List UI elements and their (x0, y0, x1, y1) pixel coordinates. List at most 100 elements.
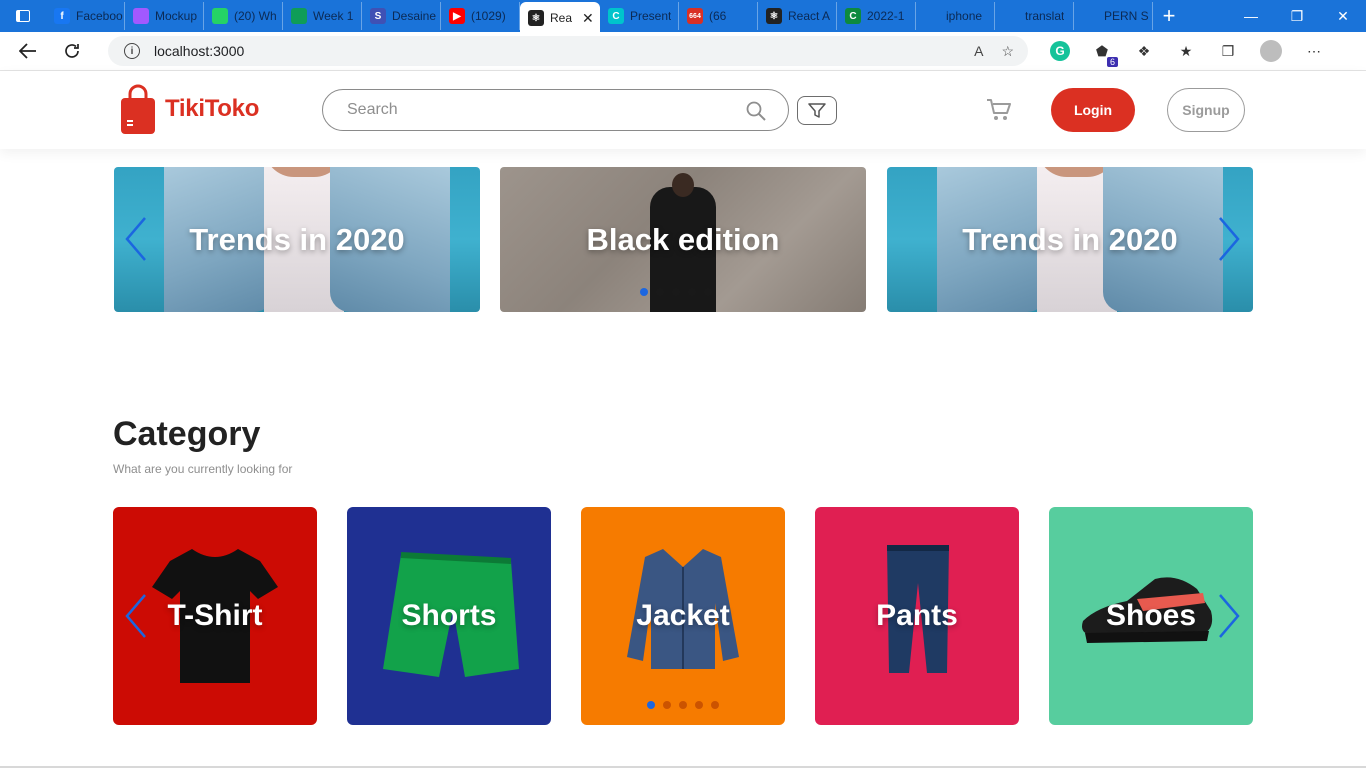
s-icon: S (370, 8, 386, 24)
category-label: Shoes (1105, 599, 1197, 632)
browser-tab[interactable]: translat (995, 2, 1074, 30)
tab-actions-icon[interactable] (0, 0, 46, 32)
more-menu-icon[interactable]: ⋯ (1304, 41, 1324, 61)
pagination-dot[interactable] (704, 288, 712, 296)
pagination-dot[interactable] (647, 701, 655, 709)
browser-tab[interactable]: Week 1 (283, 2, 362, 30)
category-card-pants[interactable]: Pants (815, 507, 1019, 725)
category-prev-arrow-icon[interactable] (124, 593, 148, 639)
profile-avatar[interactable] (1260, 40, 1282, 62)
close-window-icon[interactable]: ✕ (1320, 0, 1366, 32)
search-input[interactable] (347, 101, 727, 119)
cart-icon[interactable] (986, 98, 1012, 122)
hero-pagination (640, 288, 712, 296)
site-header: TikiToko Login Signup (0, 71, 1366, 149)
tab-title: 2022-1 (867, 9, 905, 23)
pagination-dot[interactable] (688, 288, 696, 296)
search-icon[interactable] (746, 101, 766, 121)
browser-tab[interactable]: 664 (66 (679, 2, 758, 30)
browser-tab-bar: f Faceboo Mockup (20) Wh Week 1 S Desaine ▶ (102… (0, 0, 1366, 34)
browser-tab[interactable]: f Faceboo (46, 2, 125, 30)
brand-logo[interactable]: TikiToko (119, 84, 259, 134)
react-icon: ⚛ (528, 10, 544, 26)
restore-icon[interactable]: ❐ (1274, 0, 1320, 32)
tab-title: Rea (550, 11, 573, 25)
browser-tab[interactable]: S Desaine (362, 2, 441, 30)
brand-name: TikiToko (165, 95, 260, 122)
react-icon: ⚛ (766, 8, 782, 24)
url-text: localhost:3000 (154, 43, 245, 59)
collections-icon[interactable]: ❐ (1218, 41, 1238, 61)
search-bar (322, 89, 789, 131)
browser-tab[interactable]: ▶ (1029) (441, 2, 520, 30)
pagination-dot[interactable] (679, 701, 687, 709)
favorites-icon[interactable]: ★ (1176, 41, 1196, 61)
login-button[interactable]: Login (1051, 88, 1135, 132)
window-controls: — ❐ ✕ (1228, 0, 1366, 32)
pagination-dot[interactable] (672, 288, 680, 296)
filter-icon (808, 102, 826, 118)
web-icon (1003, 8, 1019, 24)
address-field[interactable]: i localhost:3000 A ☆ (108, 36, 1028, 66)
close-tab-icon[interactable]: ✕ (582, 10, 594, 27)
tab-title: React A (788, 9, 831, 23)
site-info-icon[interactable]: i (124, 43, 140, 59)
new-tab-button[interactable]: + (1153, 2, 1185, 30)
tab-title: iphone (946, 9, 983, 23)
favorite-add-icon[interactable]: ☆ (1001, 43, 1014, 60)
browser-tab[interactable]: Mockup (125, 2, 204, 30)
hero-slide-title: Trends in 2020 (189, 221, 405, 257)
refresh-icon (65, 44, 79, 58)
pagination-dot[interactable] (640, 288, 648, 296)
tab-title: (20) Wh (234, 9, 277, 23)
category-next-arrow-icon[interactable] (1217, 593, 1241, 639)
category-subtitle: What are you currently looking for (113, 462, 293, 476)
filter-button[interactable] (797, 96, 837, 125)
signup-button[interactable]: Signup (1167, 88, 1245, 132)
category-card-shorts[interactable]: Shorts (347, 507, 551, 725)
pagination-dot[interactable] (656, 288, 664, 296)
hero-slide-title: Trends in 2020 (962, 221, 1178, 257)
tab-title: Faceboo (76, 9, 123, 23)
figma-icon (133, 8, 149, 24)
read-aloud-icon[interactable]: A (974, 43, 983, 60)
tab-title: (1029) (471, 9, 506, 23)
grammarly-icon[interactable]: G (1050, 41, 1070, 61)
tab-title: Mockup (155, 9, 198, 23)
tab-title: translat (1025, 9, 1065, 23)
browser-tab[interactable]: C 2022-1 (837, 2, 916, 30)
hero-prev-arrow-icon[interactable] (124, 216, 148, 262)
extensions-icon[interactable]: ❖ (1134, 41, 1154, 61)
browser-tab[interactable]: ⚛ React A (758, 2, 837, 30)
hero-slide[interactable]: Black edition (500, 167, 866, 312)
whatsapp-icon (212, 8, 228, 24)
pagination-dot[interactable] (695, 701, 703, 709)
youtube-icon: ▶ (449, 8, 465, 24)
tab-title: Week 1 (313, 9, 354, 23)
browser-tab[interactable]: iphone (916, 2, 995, 30)
category-label: Pants (876, 599, 958, 632)
tab-title: Desaine (392, 9, 437, 23)
hero-slide[interactable]: Trends in 2020 (887, 167, 1253, 312)
refresh-button[interactable] (52, 32, 92, 71)
tab-title: (66 (709, 9, 727, 23)
hero-slide[interactable]: Trends in 2020 (114, 167, 480, 312)
extension-badge-icon[interactable]: ⬟ (1092, 41, 1119, 67)
hero-next-arrow-icon[interactable] (1217, 216, 1241, 262)
browser-toolbar: i localhost:3000 A ☆ G ⬟ ❖ ★ ❐ ⋯ (0, 32, 1366, 71)
pagination-dot[interactable] (663, 701, 671, 709)
tab-strip: f Faceboo Mockup (20) Wh Week 1 S Desaine ▶ (102… (46, 0, 1153, 34)
browser-tab[interactable]: C Present (600, 2, 679, 30)
tab-title: PERN S (1104, 9, 1149, 23)
category-card-jacket[interactable]: Jacket (581, 507, 785, 725)
back-button[interactable] (8, 32, 48, 71)
pagination-dot[interactable] (711, 701, 719, 709)
browser-tab[interactable]: ⚛ Rea ✕ (520, 2, 600, 34)
facebook-icon: f (54, 8, 70, 24)
category-label: T-Shirt (167, 599, 263, 632)
web-icon (1082, 8, 1098, 24)
category-label: Shorts (401, 599, 497, 632)
browser-tab[interactable]: (20) Wh (204, 2, 283, 30)
browser-tab[interactable]: PERN S (1074, 2, 1153, 30)
minimize-icon[interactable]: — (1228, 0, 1274, 32)
